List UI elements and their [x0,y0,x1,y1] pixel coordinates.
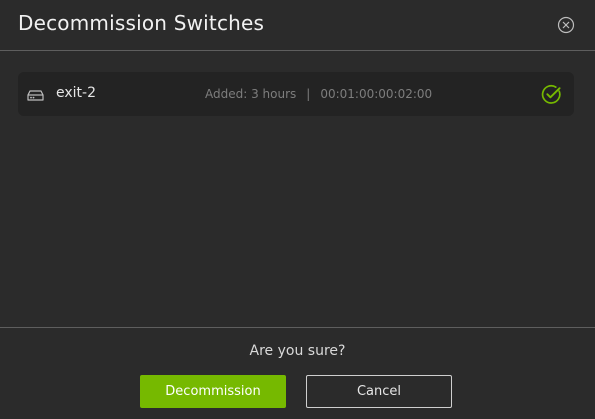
switch-name: exit-2 [56,85,96,101]
cancel-button[interactable]: Cancel [306,375,452,408]
check-circle-icon [541,84,562,105]
close-circle-icon [557,16,575,34]
meta-separator: | [306,87,311,101]
close-button[interactable] [557,16,575,34]
switch-added-time: Added: 3 hours [205,87,297,101]
dialog-title: Decommission Switches [18,11,265,35]
switch-device-icon [27,87,44,101]
switch-mac-address: 00:01:00:00:02:00 [320,87,433,101]
decommission-button[interactable]: Decommission [140,375,286,408]
confirm-prompt: Are you sure? [249,343,346,359]
dialog-footer: Are you sure? Decommission Cancel [0,327,595,419]
switch-list-item: exit-2 Added: 3 hours | 00:01:00:00:02:00 [18,72,574,116]
dialog-header: Decommission Switches [0,0,595,51]
switch-meta: Added: 3 hours | 00:01:00:00:02:00 [205,87,432,101]
dialog-body: exit-2 Added: 3 hours | 00:01:00:00:02:00 [0,51,595,327]
decommission-switches-dialog: Decommission Switches exit-2 Added: 3 ho [0,0,595,419]
